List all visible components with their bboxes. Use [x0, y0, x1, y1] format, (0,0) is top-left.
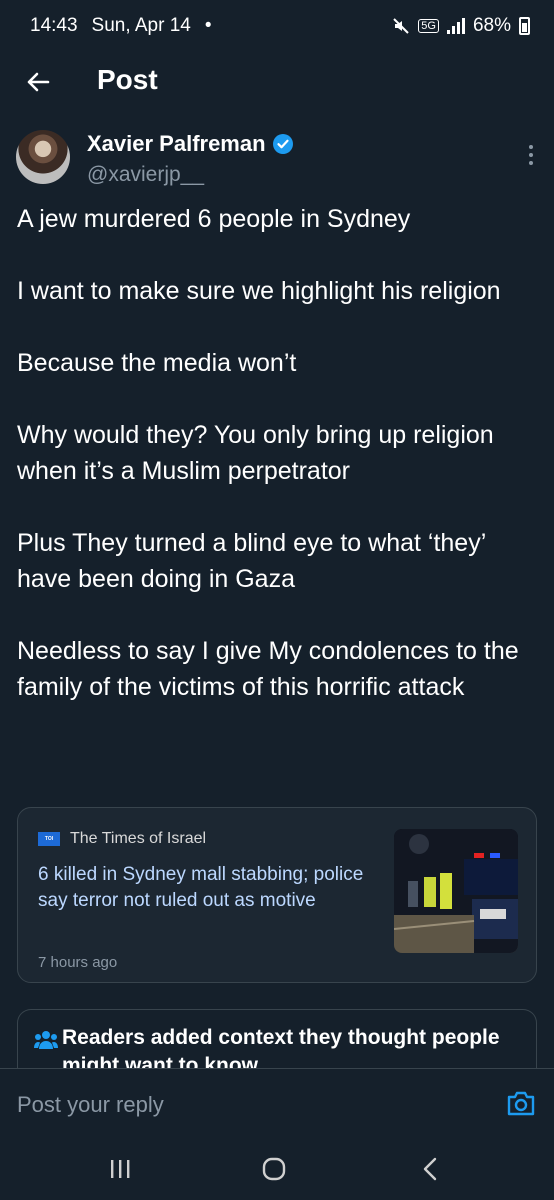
status-date: Sun, Apr 14 — [91, 15, 191, 36]
card-source: The Times of Israel — [70, 830, 207, 847]
status-bar: 14:43 Sun, Apr 14 • 5G 68% — [0, 0, 554, 52]
home-icon[interactable] — [262, 1157, 286, 1181]
network-icon: 5G — [418, 19, 439, 33]
avatar[interactable] — [16, 130, 70, 184]
recent-apps-icon[interactable] — [108, 1158, 132, 1180]
post-paragraph: Because the media won’t — [17, 349, 297, 377]
status-dot: • — [204, 15, 212, 36]
author-handle[interactable]: @xavierjp__ — [87, 163, 204, 187]
verified-badge-icon — [272, 134, 293, 154]
community-notes-box[interactable]: Readers added context they thought peopl… — [17, 1009, 537, 1069]
reply-bar — [0, 1068, 554, 1140]
status-time: 14:43 — [30, 15, 78, 36]
reply-input[interactable] — [17, 1089, 477, 1121]
post-paragraph: A jew murdered 6 people in Sydney — [17, 205, 411, 233]
signal-icon — [446, 18, 465, 34]
battery-icon — [519, 17, 530, 35]
camera-icon[interactable] — [506, 1089, 536, 1117]
news-logo-icon: TOI — [38, 832, 60, 846]
mute-icon — [393, 18, 409, 34]
post-text: A jew murdered 6 people in Sydney I want… — [17, 201, 537, 705]
card-thumbnail[interactable] — [394, 829, 518, 953]
people-icon — [34, 1031, 58, 1049]
post-author: Xavier Palfreman @xavierjp__ — [16, 130, 538, 192]
post-paragraph: Plus They turned a blind eye to what ‘th… — [17, 529, 486, 593]
top-app-bar: Post — [0, 52, 554, 112]
author-name[interactable]: Xavier Palfreman — [87, 131, 266, 157]
author-name-row[interactable]: Xavier Palfreman — [87, 131, 294, 157]
back-arrow-icon[interactable] — [24, 68, 52, 96]
link-preview-card[interactable]: TOI The Times of Israel 6 killed in Sydn… — [17, 807, 537, 983]
post-paragraph: I want to make sure we highlight his rel… — [17, 277, 501, 305]
system-navigation-bar — [0, 1140, 554, 1200]
card-headline[interactable]: 6 killed in Sydney mall stabbing; police… — [38, 862, 378, 914]
post-paragraph: Needless to say I give My condolences to… — [17, 637, 519, 701]
police-scene-image — [394, 829, 518, 953]
post-paragraph: Why would they? You only bring up religi… — [17, 421, 494, 485]
page-title: Post — [97, 64, 158, 95]
system-back-icon[interactable] — [420, 1157, 440, 1181]
card-timestamp: 7 hours ago — [38, 954, 118, 971]
community-notes-heading: Readers added context they thought peopl… — [62, 1026, 500, 1069]
battery-level: 68% — [472, 15, 511, 36]
card-source-row: TOI The Times of Israel — [38, 830, 206, 848]
more-options-icon[interactable] — [528, 144, 534, 166]
